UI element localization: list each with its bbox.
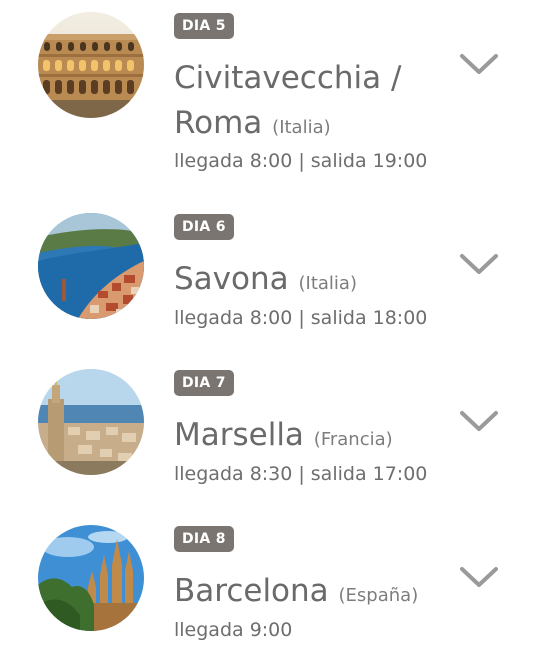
port-name: Civitavecchia / xyxy=(174,56,401,100)
port-thumbnail xyxy=(38,213,144,319)
port-thumbnail xyxy=(38,525,144,631)
port-name: Marsella xyxy=(174,417,304,453)
marseille-city-image xyxy=(38,369,144,475)
coastal-town-image xyxy=(38,213,144,319)
time-separator: | xyxy=(298,150,305,172)
departure-time: salida 18:00 xyxy=(310,307,428,329)
port-times: llegada 9:00 xyxy=(174,617,292,643)
port-times: llegada 8:00 | salida 19:00 xyxy=(174,148,427,174)
port-thumbnail xyxy=(38,369,144,475)
arrival-time: llegada 8:30 xyxy=(174,463,293,485)
sagrada-familia-image xyxy=(38,525,144,631)
port-name-row: Barcelona (España) xyxy=(174,569,418,618)
departure-time: salida 17:00 xyxy=(310,463,428,485)
port-times: llegada 8:30 | salida 17:00 xyxy=(174,461,427,487)
time-separator: | xyxy=(298,307,305,329)
country-label: (España) xyxy=(338,585,419,606)
itinerary-item-day-6[interactable]: DIA 6 Savona (Italia) llegada 8:00 | salid… xyxy=(0,200,543,350)
port-name-line-1: Civitavecchia / xyxy=(174,60,402,96)
arrival-time: llegada 9:00 xyxy=(174,619,293,641)
itinerary-item-day-8[interactable]: DIA 8 Barcelona (España) llegada 9:00 xyxy=(0,513,543,650)
arrival-time: llegada 8:00 xyxy=(174,307,293,329)
departure-time: salida 19:00 xyxy=(310,150,428,172)
port-name-row: Marsella (Francia) xyxy=(174,413,393,462)
port-thumbnail xyxy=(38,12,144,118)
itinerary-item-day-5[interactable]: DIA 5 Civitavecchia / Roma (Italia) lleg… xyxy=(0,0,543,190)
port-name-row: Savona (Italia) xyxy=(174,257,357,306)
day-badge: DIA 5 xyxy=(174,13,234,39)
chevron-down-icon[interactable] xyxy=(456,248,502,280)
time-separator: | xyxy=(298,463,305,485)
country-label: (Francia) xyxy=(313,429,393,450)
port-name: Barcelona xyxy=(174,573,329,609)
day-badge: DIA 8 xyxy=(174,526,234,552)
itinerary-item-day-7[interactable]: DIA 7 Marsella (Francia) llegada 8:30 | sa… xyxy=(0,357,543,507)
port-name-line-2: Roma xyxy=(174,105,263,141)
port-times: llegada 8:00 | salida 18:00 xyxy=(174,305,427,331)
day-badge: DIA 7 xyxy=(174,370,234,396)
day-badge: DIA 6 xyxy=(174,214,234,240)
country-label: (Italia) xyxy=(298,273,357,294)
port-name-second-line: Roma (Italia) xyxy=(174,101,331,150)
chevron-down-icon[interactable] xyxy=(456,561,502,593)
colosseum-image xyxy=(38,12,144,118)
port-name: Savona xyxy=(174,261,289,297)
chevron-down-icon[interactable] xyxy=(456,405,502,437)
arrival-time: llegada 8:00 xyxy=(174,150,293,172)
country-label: (Italia) xyxy=(272,117,331,138)
chevron-down-icon[interactable] xyxy=(456,48,502,80)
